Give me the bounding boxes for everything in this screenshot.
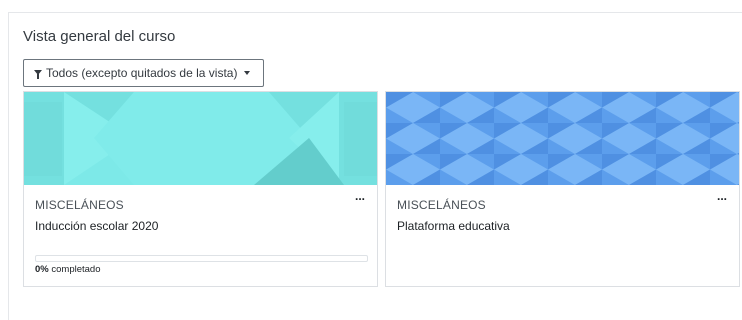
course-name-link[interactable]: Plataforma educativa <box>397 219 510 233</box>
progress-text: 0% completado <box>35 264 101 275</box>
progress-value: 0% <box>35 264 49 275</box>
more-options-icon[interactable]: ... <box>355 190 365 202</box>
filter-label: Todos (excepto quitados de la vista) <box>46 66 238 80</box>
course-image[interactable] <box>24 92 377 185</box>
course-name-link[interactable]: Inducción escolar 2020 <box>35 219 158 233</box>
more-options-icon[interactable]: ... <box>717 190 727 202</box>
filter-icon <box>34 69 42 79</box>
course-card[interactable]: MISCELÁNEOS ... Plataforma educativa <box>385 91 740 287</box>
progress-bar <box>35 255 368 262</box>
course-filter-dropdown[interactable]: Todos (excepto quitados de la vista) <box>23 59 264 87</box>
caret-down-icon <box>244 71 251 75</box>
page-title: Vista general del curso <box>23 28 176 45</box>
progress-suffix: completado <box>51 264 101 275</box>
course-category: MISCELÁNEOS <box>397 198 486 212</box>
course-card[interactable]: MISCELÁNEOS ... Inducción escolar 2020 0… <box>23 91 378 287</box>
course-image[interactable] <box>386 92 739 185</box>
course-category: MISCELÁNEOS <box>35 198 124 212</box>
